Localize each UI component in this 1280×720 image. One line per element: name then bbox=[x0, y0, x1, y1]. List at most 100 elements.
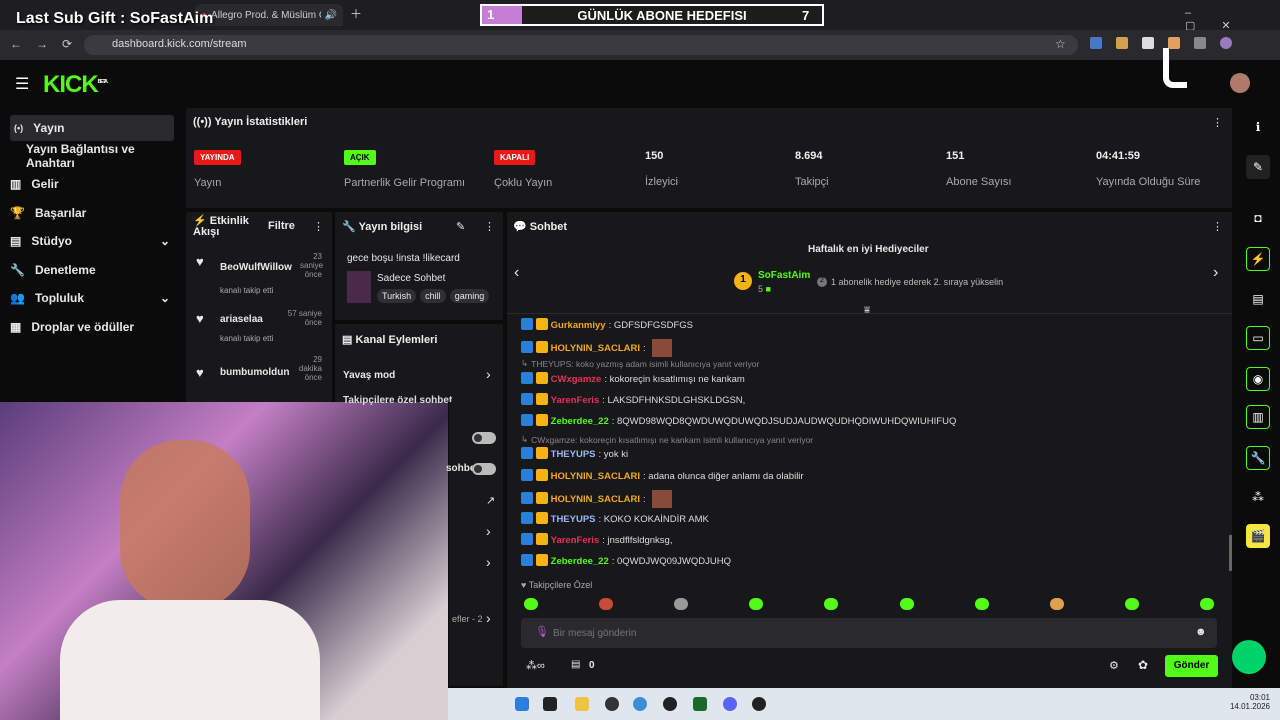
pencil-icon[interactable]: ✎ bbox=[1246, 155, 1270, 179]
external-link-icon[interactable]: ↗ bbox=[486, 494, 495, 507]
store-icon[interactable]: ▤ bbox=[571, 659, 580, 670]
points-icon[interactable]: ⁂∞ bbox=[526, 659, 545, 672]
chat-menu-icon[interactable]: ⋮ bbox=[1212, 220, 1223, 233]
toggle-switch[interactable] bbox=[472, 463, 496, 475]
translate-ext-icon[interactable] bbox=[1090, 37, 1102, 49]
emote-button[interactable] bbox=[975, 598, 989, 610]
chat-username[interactable]: Zeberdee_22 bbox=[551, 556, 609, 567]
chat-message[interactable]: Zeberdee_22: 0QWDJWQ09JWQDJUHQ bbox=[521, 554, 731, 569]
wrench-icon[interactable]: 🔧 bbox=[1246, 446, 1270, 470]
emoji-icon[interactable]: ☻ bbox=[1195, 626, 1207, 638]
layout-icon[interactable]: ▥ bbox=[1246, 405, 1270, 429]
mic-icon[interactable]: 🎙 bbox=[535, 625, 549, 638]
app-icon[interactable] bbox=[752, 697, 766, 711]
chat-username[interactable]: HOLYNIN_SACLARI bbox=[551, 343, 640, 354]
file-explorer-icon[interactable] bbox=[575, 697, 589, 711]
nav-buttons[interactable]: ←→⟳ bbox=[10, 37, 86, 51]
sidebar-item-gelir[interactable]: ▥ Gelir bbox=[10, 171, 174, 197]
edit-pencil-icon[interactable]: ✎ bbox=[456, 220, 465, 233]
camera-icon[interactable]: ◘ bbox=[1246, 206, 1270, 230]
stats-menu-icon[interactable]: ⋮ bbox=[1212, 116, 1223, 129]
collapse-icon[interactable]: ⩸ bbox=[864, 305, 870, 316]
chat-message[interactable]: Zeberdee_22: 8QWD98WQD8QWDUWQDUWQDJSUDJA… bbox=[521, 414, 956, 429]
info-icon[interactable]: ℹ bbox=[1246, 115, 1270, 139]
tag[interactable]: gaming bbox=[449, 289, 490, 303]
chat-message[interactable]: THEYUPS: KOKO KOKAİNDİR AMK bbox=[521, 512, 709, 527]
emote-button[interactable] bbox=[1125, 598, 1139, 610]
tag[interactable]: Turkish bbox=[377, 289, 417, 303]
emote-button[interactable] bbox=[599, 598, 613, 610]
new-tab-button[interactable]: ＋ bbox=[350, 5, 362, 22]
chat-reply-line[interactable]: ↳ THEYUPS: koko yazmış adam isimli kullan… bbox=[521, 358, 759, 369]
obs-icon[interactable] bbox=[605, 697, 619, 711]
emote-button[interactable] bbox=[824, 598, 838, 610]
broadcast-icon[interactable]: ◉ bbox=[1246, 367, 1270, 391]
points-icon[interactable]: ⁂ bbox=[1246, 485, 1270, 509]
hamburger-menu-icon[interactable]: ☰ bbox=[15, 74, 29, 94]
app-icon[interactable] bbox=[663, 697, 677, 711]
emote-button[interactable] bbox=[900, 598, 914, 610]
send-button[interactable]: Gönder bbox=[1165, 655, 1218, 677]
ext-icon[interactable] bbox=[1116, 37, 1128, 49]
chat-username[interactable]: Zeberdee_22 bbox=[551, 416, 609, 427]
clapper-icon[interactable]: 🎬 bbox=[1246, 524, 1270, 548]
settings-gear-icon[interactable]: ⚙ bbox=[1109, 659, 1119, 672]
ext-icon[interactable] bbox=[1142, 37, 1154, 49]
chat-message[interactable]: Gurkanmiyy: GDFSDFGSDFGS bbox=[521, 318, 693, 333]
chat-username[interactable]: THEYUPS bbox=[551, 514, 596, 525]
sidebar-item-studyo[interactable]: ▤ Stüdyo ⌄ bbox=[10, 228, 174, 254]
sidebar-item-yayin[interactable]: (•) Yayın bbox=[10, 115, 174, 141]
chat-message[interactable]: HOLYNIN_SACLARI: bbox=[521, 339, 672, 357]
emote-button[interactable] bbox=[524, 598, 538, 610]
chat-reply-line[interactable]: ↳ CWxgamze: kokoreçin kısatlımışı ne kank… bbox=[521, 434, 813, 445]
chat-message[interactable]: CWxgamze: kokoreçin kısatlımışı ne kanka… bbox=[521, 372, 745, 387]
tag[interactable]: chill bbox=[420, 289, 446, 303]
lightning-icon[interactable]: ⚡ bbox=[1246, 247, 1270, 271]
window-controls[interactable]: –▢✕ bbox=[1185, 7, 1280, 32]
chat-username[interactable]: HOLYNIN_SACLARI bbox=[551, 471, 640, 482]
chat-message[interactable]: THEYUPS: yok ki bbox=[521, 447, 628, 462]
toggle-switch[interactable] bbox=[472, 432, 496, 444]
profile-avatar-icon[interactable] bbox=[1220, 37, 1232, 49]
emote-button[interactable] bbox=[674, 598, 688, 610]
activity-filter-button[interactable]: Filtre bbox=[268, 220, 295, 232]
emote-button[interactable] bbox=[1050, 598, 1064, 610]
chat-input[interactable] bbox=[553, 622, 1153, 644]
activity-menu-icon[interactable]: ⋮ bbox=[313, 220, 324, 233]
app-icon[interactable] bbox=[693, 697, 707, 711]
chat-icon[interactable]: ▭ bbox=[1246, 326, 1270, 350]
chat-username[interactable]: YarenFeris bbox=[551, 535, 600, 546]
emote-button[interactable] bbox=[749, 598, 763, 610]
document-icon[interactable]: ▤ bbox=[1246, 287, 1270, 311]
taskbar-clock[interactable]: 03:01 14.01.2026 bbox=[1226, 693, 1270, 711]
sidebar-item-stream-key[interactable]: Yayın Bağlantısı ve Anahtarı bbox=[26, 142, 186, 170]
chat-message[interactable]: HOLYNIN_SACLARI: adana olunca diğer anla… bbox=[521, 469, 804, 484]
browser-tab[interactable]: ● Allegro Prod. & Müslüm Gürses 🔊 bbox=[195, 4, 343, 26]
chat-scrollbar[interactable] bbox=[1229, 535, 1232, 571]
stream-info-menu-icon[interactable]: ⋮ bbox=[484, 220, 495, 233]
bookmark-star-icon[interactable]: ☆ bbox=[1055, 37, 1066, 51]
sidebar-item-droplar[interactable]: ▦ Droplar ve ödüller bbox=[10, 314, 174, 340]
sidebar-item-basarilar[interactable]: 🏆 Başarılar bbox=[10, 200, 174, 226]
chevron-right-icon[interactable]: › bbox=[486, 610, 491, 626]
chat-username[interactable]: THEYUPS bbox=[551, 449, 596, 460]
chevron-left-icon[interactable]: ‹ bbox=[514, 264, 519, 282]
puzzle-icon[interactable]: ✿ bbox=[1138, 658, 1148, 672]
sidebar-item-topluluk[interactable]: 👥 Topluluk ⌄ bbox=[10, 285, 174, 311]
kick-logo[interactable]: KICKBETA bbox=[43, 71, 108, 99]
emote-button[interactable] bbox=[1200, 598, 1214, 610]
chat-message[interactable]: HOLYNIN_SACLARI: bbox=[521, 490, 672, 508]
chevron-right-icon[interactable]: › bbox=[486, 366, 491, 382]
chevron-right-icon[interactable]: › bbox=[1213, 264, 1218, 282]
chat-message[interactable]: YarenFeris: jnsdflfsldgnksg, bbox=[521, 533, 672, 548]
user-avatar[interactable] bbox=[1230, 73, 1250, 93]
chevron-right-icon[interactable]: › bbox=[486, 523, 491, 539]
windows-start-icon[interactable] bbox=[515, 697, 529, 711]
chat-username[interactable]: Gurkanmiyy bbox=[551, 320, 606, 331]
chat-username[interactable]: HOLYNIN_SACLARI bbox=[551, 494, 640, 505]
task-view-icon[interactable] bbox=[543, 697, 557, 711]
url-input[interactable]: dashboard.kick.com/stream bbox=[84, 35, 1078, 55]
chevron-right-icon[interactable]: › bbox=[486, 554, 491, 570]
chat-username[interactable]: YarenFeris bbox=[551, 395, 600, 406]
discord-icon[interactable] bbox=[723, 697, 737, 711]
